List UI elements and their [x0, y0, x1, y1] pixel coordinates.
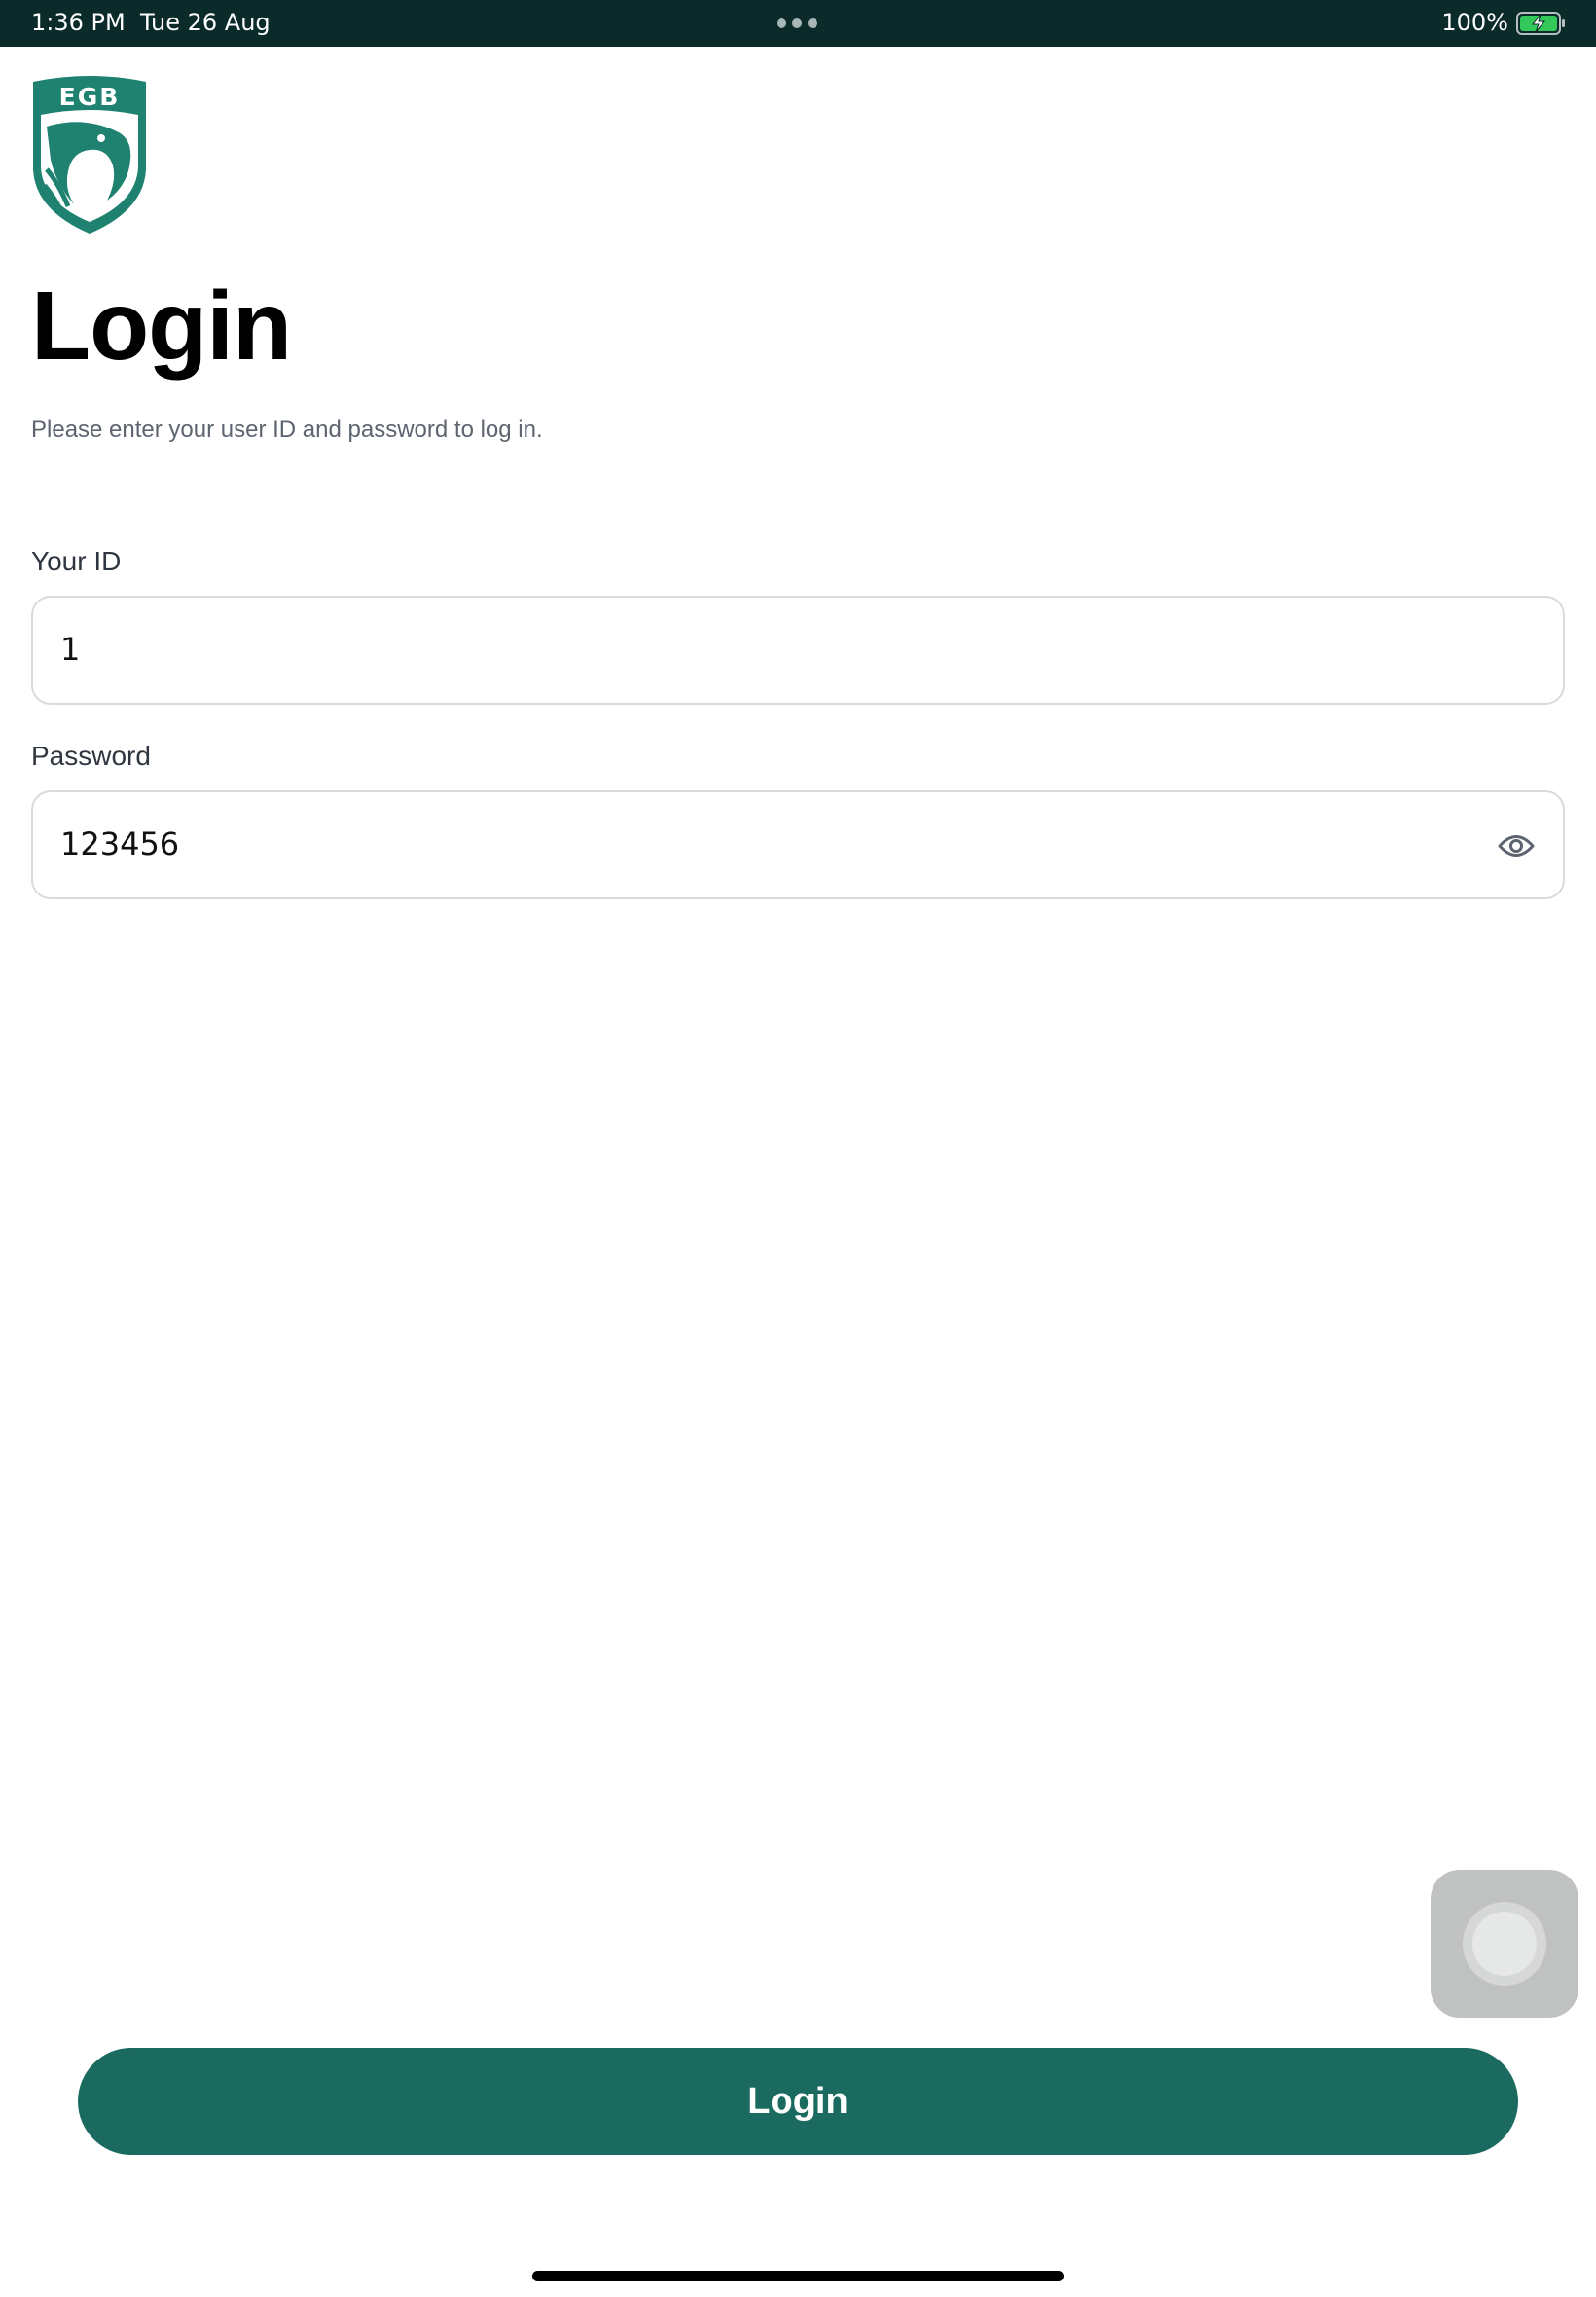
password-value: 123456 — [60, 825, 180, 862]
password-input[interactable]: 123456 — [31, 790, 1565, 899]
assistive-touch-button[interactable] — [1431, 1870, 1578, 2018]
page-title: Login — [31, 272, 292, 381]
egb-logo: EGB — [33, 76, 146, 234]
page-subtitle: Please enter your user ID and password t… — [31, 417, 543, 443]
login-button[interactable]: Login — [78, 2048, 1518, 2155]
user-id-label: Your ID — [31, 546, 122, 576]
assistive-touch-icon — [1472, 1912, 1537, 1976]
status-time: 1:36 PM — [31, 9, 126, 36]
battery-charging-icon — [1516, 12, 1565, 35]
multitasking-dots-icon[interactable] — [777, 18, 817, 28]
user-id-value: 1 — [60, 631, 81, 668]
user-id-input[interactable]: 1 — [31, 596, 1565, 705]
home-indicator[interactable] — [532, 2271, 1064, 2281]
svg-text:EGB: EGB — [59, 83, 121, 111]
eye-icon[interactable] — [1497, 829, 1536, 862]
password-label: Password — [31, 741, 151, 771]
status-date: Tue 26 Aug — [140, 9, 271, 36]
status-bar: 1:36 PM Tue 26 Aug 100% — [0, 0, 1596, 47]
battery-percentage: 100% — [1441, 9, 1508, 36]
